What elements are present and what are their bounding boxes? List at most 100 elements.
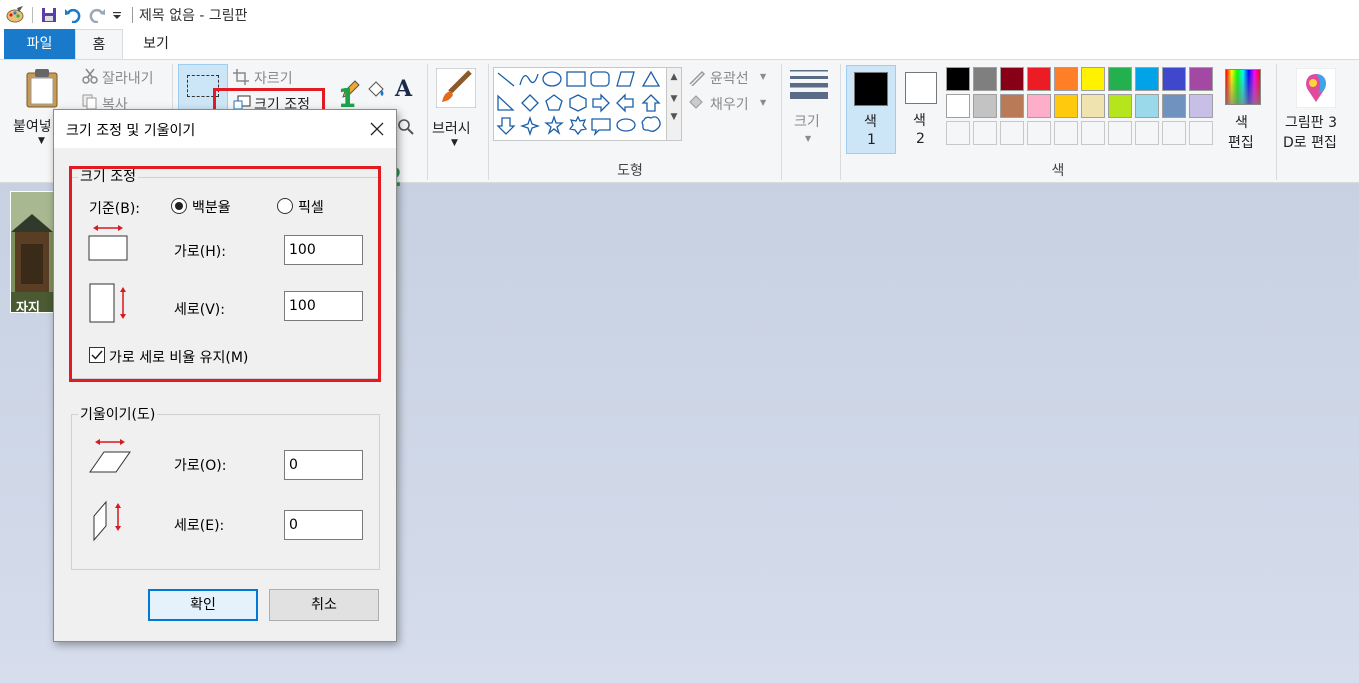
color-swatch[interactable]	[1081, 67, 1105, 91]
percent-label[interactable]: 백분율	[192, 197, 231, 217]
brushes-label: 브러시	[432, 121, 471, 137]
resize-horizontal-input[interactable]	[284, 235, 363, 265]
keep-ratio-checkbox[interactable]	[89, 347, 105, 363]
skew-legend: 기울이기(도)	[78, 404, 158, 424]
customize-toolbar-icon[interactable]	[110, 4, 124, 26]
color-swatch[interactable]	[1027, 67, 1051, 91]
save-icon[interactable]	[38, 4, 60, 26]
color-swatch[interactable]	[946, 121, 970, 145]
brushes-dropdown-icon[interactable]: ▼	[451, 138, 458, 148]
colors-group-label: 색	[1051, 163, 1065, 179]
paste-dropdown-icon[interactable]: ▼	[38, 136, 45, 146]
house-image-icon	[11, 192, 53, 312]
magnifier-icon[interactable]	[397, 118, 415, 140]
close-icon[interactable]	[364, 116, 390, 142]
scroll-up-icon[interactable]: ▲	[667, 72, 681, 82]
fill-dropdown-icon[interactable]: ▼	[760, 98, 766, 107]
undo-icon[interactable]	[62, 4, 84, 26]
color-swatch[interactable]	[1162, 121, 1186, 145]
color-swatch[interactable]	[1162, 67, 1186, 91]
color-swatch[interactable]	[1108, 121, 1132, 145]
color-swatch[interactable]	[973, 121, 997, 145]
tab-file[interactable]: 파일	[4, 29, 75, 59]
color-swatch[interactable]	[1108, 67, 1132, 91]
shapes-icon	[496, 70, 661, 137]
edit-colors-button[interactable]: 색 편집	[1220, 66, 1266, 156]
color2-button[interactable]: 색 2	[902, 65, 942, 154]
color-swatch[interactable]	[1054, 94, 1078, 118]
skew-vertical-icon	[88, 496, 132, 546]
color-swatch[interactable]	[1189, 94, 1213, 118]
color1-button[interactable]: 색 1	[846, 65, 896, 154]
edit-colors-label-1: 색	[1235, 115, 1248, 131]
color-swatch[interactable]	[1054, 67, 1078, 91]
paste-label: 붙여넣	[13, 119, 52, 135]
resize-vertical-input[interactable]	[284, 291, 363, 321]
expand-gallery-icon[interactable]: ▼	[667, 112, 681, 122]
tab-home[interactable]: 홈	[75, 29, 123, 59]
brush-icon	[435, 67, 477, 112]
skew-horizontal-input[interactable]	[284, 450, 363, 480]
color-swatch[interactable]	[1000, 67, 1024, 91]
ok-button[interactable]: 확인	[148, 589, 258, 621]
color-swatch[interactable]	[1135, 67, 1159, 91]
edit-with-paint3d-button[interactable]: 그림판 3 D로 편집	[1280, 66, 1356, 156]
color-swatch[interactable]	[973, 67, 997, 91]
color-swatch[interactable]	[1189, 67, 1213, 91]
color-swatch[interactable]	[1054, 121, 1078, 145]
fill-bucket-icon[interactable]	[366, 80, 386, 104]
color-swatch[interactable]	[1027, 94, 1051, 118]
shapes-gallery[interactable]	[493, 67, 680, 141]
thumbnail-label: 자지	[16, 301, 40, 316]
outline-button[interactable]: 윤곽선	[710, 68, 749, 88]
divider-icon	[28, 4, 36, 26]
color-swatch[interactable]	[1081, 94, 1105, 118]
redo-icon[interactable]	[86, 4, 108, 26]
brushes-button[interactable]: 브러시 ▼	[432, 66, 480, 150]
tab-view[interactable]: 보기	[123, 29, 189, 59]
color2-swatch	[905, 72, 937, 104]
fill-button[interactable]: 채우기	[710, 94, 749, 114]
size-button[interactable]: 크기 ▼	[786, 68, 832, 148]
cut-button[interactable]: 잘라내기	[102, 68, 154, 88]
color2-number: 2	[916, 131, 925, 147]
paint-app-icon[interactable]	[4, 4, 26, 26]
outline-dropdown-icon[interactable]: ▼	[760, 72, 766, 81]
color-swatch[interactable]	[946, 94, 970, 118]
divider	[1276, 64, 1277, 180]
color-swatch[interactable]	[1135, 121, 1159, 145]
crop-button[interactable]: 자르기	[254, 68, 293, 88]
divider	[781, 64, 782, 180]
pixel-label[interactable]: 픽셀	[298, 197, 324, 217]
color-swatch[interactable]	[1027, 121, 1051, 145]
pixel-radio[interactable]	[277, 198, 293, 214]
color-swatch[interactable]	[1135, 94, 1159, 118]
resize-vertical-label: 세로(V):	[174, 302, 225, 318]
divider	[488, 64, 489, 180]
skew-vertical-input[interactable]	[284, 510, 363, 540]
color-swatch[interactable]	[1189, 121, 1213, 145]
keep-ratio-label[interactable]: 가로 세로 비율 유지(M)	[109, 347, 248, 367]
edit-colors-label-2: 편집	[1228, 135, 1254, 151]
cancel-button[interactable]: 취소	[269, 589, 379, 621]
color1-label: 색	[864, 114, 877, 130]
size-dropdown-icon[interactable]: ▼	[805, 134, 811, 143]
checkmark-icon	[91, 350, 103, 360]
color-swatch[interactable]	[1000, 121, 1024, 145]
color-swatch[interactable]	[1108, 94, 1132, 118]
shapes-group-label: 도형	[617, 163, 643, 179]
percent-radio[interactable]	[171, 198, 187, 214]
color-swatch[interactable]	[1081, 121, 1105, 145]
scroll-down-icon[interactable]: ▼	[667, 94, 681, 104]
color-swatch[interactable]	[1162, 94, 1186, 118]
ribbon-tabs: 파일 홈 보기	[0, 29, 1359, 59]
shapes-scrollbar[interactable]: ▲ ▼ ▼	[666, 67, 682, 141]
size-label: 크기	[794, 114, 820, 130]
color-swatch[interactable]	[1000, 94, 1024, 118]
resize-horizontal-label: 가로(H):	[174, 244, 226, 260]
text-icon[interactable]: A	[395, 76, 412, 102]
color-swatch[interactable]	[946, 67, 970, 91]
fill-icon	[688, 94, 706, 114]
color-swatch[interactable]	[973, 94, 997, 118]
dialog-title-bar: 크기 조정 및 기울이기	[54, 110, 396, 148]
